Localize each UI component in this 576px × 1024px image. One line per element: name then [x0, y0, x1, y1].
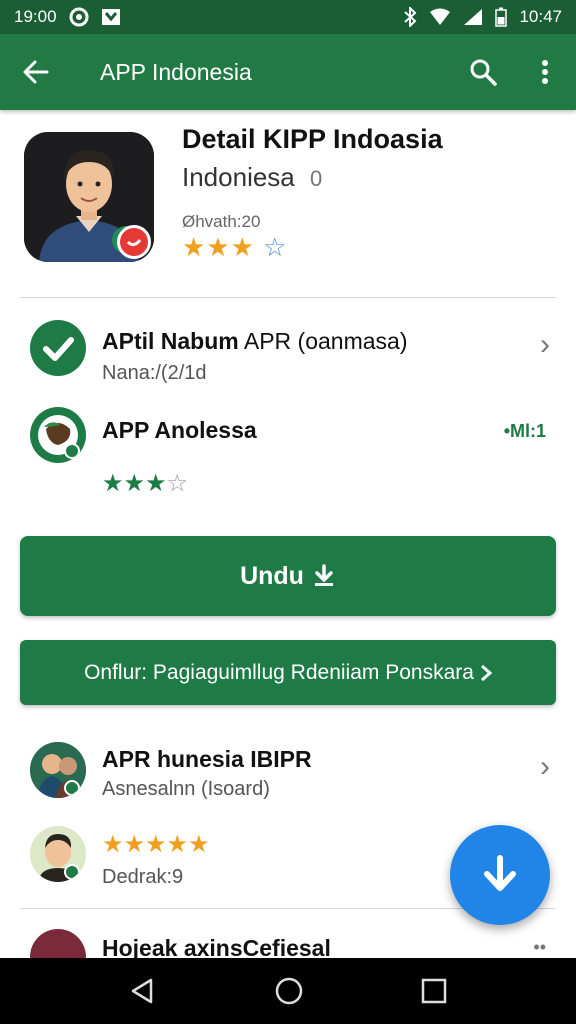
rating-empty-star: ☆ — [263, 232, 288, 262]
avatar — [30, 929, 86, 958]
recents-square-icon[interactable] — [421, 978, 447, 1004]
list-item-title-rest: APR (oanmasa) — [238, 328, 408, 354]
download-arrow-icon — [484, 855, 516, 891]
list-item-title: APtil Nabum APR (oanmasa) — [102, 328, 407, 355]
developer-suffix: 0 — [310, 166, 323, 191]
circle-notification-icon — [69, 7, 89, 27]
download-fab[interactable] — [450, 825, 550, 925]
back-triangle-icon[interactable] — [129, 977, 157, 1005]
list-item-title-bold: APtil Nabum — [102, 328, 239, 354]
review-rating: ★★★★★ — [102, 831, 210, 858]
list-item-right-text: •Ml:1 — [503, 421, 546, 441]
system-nav-bar — [0, 958, 576, 1024]
battery-icon — [495, 7, 508, 27]
list-item-title: APP Anolessa — [102, 417, 257, 443]
secondary-button-label: Onflur: Pagiaguimllug Rdeniiam Ponskara — [84, 660, 474, 684]
list-item-partial[interactable]: Hojeak axinsCefiesal •• — [0, 925, 576, 958]
home-circle-icon[interactable] — [274, 976, 304, 1006]
app-meta: Øhvath:20 — [182, 212, 261, 231]
app-logo-icon — [30, 407, 86, 463]
more-dots-icon: •• — [533, 937, 546, 957]
status-time-right: 10:47 — [519, 7, 562, 26]
more-vert-icon — [542, 60, 548, 84]
developer-label: Indoniesa — [182, 162, 295, 192]
search-icon — [470, 59, 497, 86]
more-options-button[interactable] — [514, 34, 576, 110]
status-time-left: 19:00 — [14, 7, 57, 26]
list-item-app[interactable]: APP Anolessa •Ml:1 ★★★☆ — [0, 405, 576, 505]
list-item-title: Hojeak axinsCefiesal — [102, 935, 331, 958]
avatar — [30, 742, 86, 798]
app-badge-icon — [117, 225, 151, 259]
rating-empty-star: ☆ — [166, 470, 189, 497]
app-name: Detail KIPP Indoasia — [182, 124, 443, 154]
status-bar: 19:00 10:47 — [0, 0, 576, 34]
chevron-right-icon: › — [540, 328, 550, 361]
secondary-action-button[interactable]: Onflur: Pagiaguimllug Rdeniiam Ponskara — [20, 640, 556, 705]
chevron-right-icon — [480, 664, 492, 681]
download-icon — [314, 564, 333, 586]
rating-filled-stars: ★★★ — [182, 232, 255, 262]
search-button[interactable] — [452, 34, 514, 110]
app-bar: APP Indonesia — [0, 34, 576, 110]
app-header: Detail KIPP Indoasia Indoniesa 0 Øhvath:… — [0, 118, 576, 296]
rating-filled-stars: ★★★ — [102, 470, 167, 497]
developer-name[interactable]: Indoniesa 0 — [182, 162, 322, 193]
arrow-left-icon — [23, 60, 49, 84]
list-item-verified[interactable]: APtil Nabum APR (oanmasa) Nana:/(2/1d › — [0, 318, 576, 388]
wifi-icon — [430, 8, 451, 25]
notification-box-icon — [101, 9, 120, 25]
app-rating: ★★★ ☆ — [182, 232, 287, 263]
app-icon — [24, 132, 154, 262]
list-item-related[interactable]: APR hunesia IBIPR Asnesalnn (Isoard) › — [0, 738, 576, 808]
install-button[interactable]: Undu — [20, 536, 556, 616]
check-circle-icon — [30, 320, 86, 376]
list-item-title: APR hunesia IBIPR — [102, 746, 312, 772]
list-item-subtitle: Asnesalnn (Isoard) — [102, 778, 270, 800]
back-button[interactable] — [0, 34, 72, 110]
list-item-rating: ★★★☆ — [102, 469, 188, 498]
divider — [20, 297, 556, 298]
signal-icon — [464, 9, 483, 25]
list-item-subtitle: Nana:/(2/1d — [102, 362, 207, 384]
app-bar-title: APP Indonesia — [100, 58, 252, 85]
review-subtitle: Dedrak:9 — [102, 866, 184, 888]
install-button-label: Undu — [240, 561, 304, 590]
bluetooth-icon — [404, 7, 417, 27]
avatar — [30, 826, 86, 882]
chevron-right-icon: › — [540, 750, 550, 783]
